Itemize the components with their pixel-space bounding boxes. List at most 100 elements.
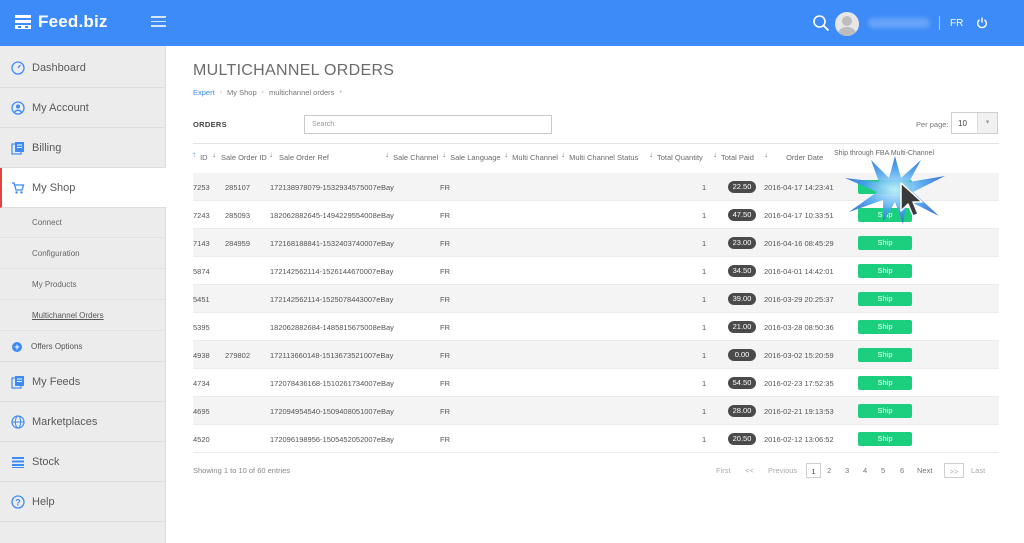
per-page-value: 10 xyxy=(958,119,967,128)
cell-quantity: 1 xyxy=(702,295,707,304)
table-row: 5395 182062882684-1485815675008eBay FR 1… xyxy=(193,313,999,341)
pagination-page-3[interactable]: 3 xyxy=(845,463,849,478)
pagination-last[interactable]: Last xyxy=(971,463,985,478)
ship-button[interactable]: Ship xyxy=(858,320,912,334)
column-header-multi-channel-status[interactable]: ↓ Multi Channel Status xyxy=(561,150,638,162)
power-icon[interactable] xyxy=(976,17,988,29)
cell-quantity: 1 xyxy=(702,351,707,360)
language-switch[interactable]: FR xyxy=(950,18,963,29)
search-input[interactable]: Search: xyxy=(304,115,552,134)
sidebar-subitem-multichannel-orders[interactable]: Multichannel Orders xyxy=(0,301,166,331)
avatar[interactable] xyxy=(835,12,859,36)
page-title: MULTICHANNEL ORDERS xyxy=(193,62,395,79)
sidebar-item-label: Dashboard xyxy=(32,61,86,74)
column-header-sale-language[interactable]: ↓ Sale Language xyxy=(442,150,501,162)
sidebar-subitem-configuration[interactable]: Configuration xyxy=(0,239,166,269)
column-header-multi-channel[interactable]: ↓ Multi Channel xyxy=(504,150,558,162)
per-page-label: Per page: xyxy=(916,120,949,129)
sidebar-item-my-feeds[interactable]: My Feeds xyxy=(0,362,166,402)
pagination-first[interactable]: First xyxy=(716,463,731,478)
column-header-total-quantity[interactable]: ↓ Total Quantity xyxy=(649,150,703,162)
cell-order-date: 2016-03-29 20:25:37 xyxy=(764,295,834,304)
sidebar-item-marketplaces[interactable]: Marketplaces xyxy=(0,402,166,442)
sidebar-subitem-connect[interactable]: Connect xyxy=(0,208,166,238)
sidebar-subitem-my-products[interactable]: My Products xyxy=(0,270,166,300)
cell-language: FR xyxy=(440,211,450,220)
column-header-id[interactable]: ↑ ID xyxy=(192,150,208,162)
ship-button[interactable]: Ship xyxy=(858,376,912,390)
sidebar-item-my-account[interactable]: My Account xyxy=(0,88,166,128)
table-header-divider xyxy=(193,143,999,144)
column-header-total-paid[interactable]: ↓ Total Paid xyxy=(713,150,754,162)
logo[interactable]: Feed.biz xyxy=(14,12,108,32)
cell-sale-order-ref: 182062882684-1485815675008eBay xyxy=(270,323,394,332)
pagination-next[interactable]: Next xyxy=(917,463,932,478)
pagination-previous[interactable]: Previous xyxy=(768,463,797,478)
sidebar-item-offers-options[interactable]: + Offers Options xyxy=(0,332,166,362)
breadcrumb-my-shop[interactable]: My Shop xyxy=(227,88,257,97)
sidebar-item-stock[interactable]: Stock xyxy=(0,442,166,482)
ship-button[interactable]: Ship xyxy=(858,404,912,418)
menu-toggle-icon[interactable] xyxy=(151,16,166,28)
ship-button[interactable]: Ship xyxy=(858,292,912,306)
svg-text:?: ? xyxy=(15,497,21,507)
per-page-select[interactable]: 10 ▾ xyxy=(951,112,998,134)
cell-language: FR xyxy=(440,323,450,332)
pagination-prev-arrows[interactable]: << xyxy=(745,463,754,478)
divider xyxy=(939,16,940,30)
cell-sale-order-id: 285107 xyxy=(225,183,251,192)
paid-badge: 22.50 xyxy=(728,181,756,193)
breadcrumb-current: multichannel orders xyxy=(268,88,335,97)
sidebar-item-label: Billing xyxy=(32,141,62,154)
ship-button[interactable]: Ship xyxy=(858,432,912,446)
column-header-order-date[interactable]: ↓ Order Date xyxy=(764,150,823,162)
sort-desc-icon: ↓ xyxy=(504,150,508,159)
column-header-sale-order-ref[interactable]: Sale Order Ref xyxy=(279,153,329,162)
cell-sale-order-ref: 172078436168-1510261734007eBay xyxy=(270,379,394,388)
sidebar-item-my-shop[interactable]: My Shop xyxy=(0,168,166,208)
ship-button[interactable]: Ship xyxy=(858,236,912,250)
ship-button[interactable]: Ship xyxy=(858,348,912,362)
paid-badge: 47.50 xyxy=(728,209,756,221)
sidebar-item-billing[interactable]: Billing xyxy=(0,128,166,168)
pagination-page-2[interactable]: 2 xyxy=(827,463,831,478)
sidebar-item-dashboard[interactable]: Dashboard xyxy=(0,48,166,88)
paid-badge: 28.00 xyxy=(728,405,756,417)
pagination-next-arrows[interactable]: >> xyxy=(944,463,964,478)
sort-desc-icon[interactable]: ↓ xyxy=(212,150,218,162)
cell-language: FR xyxy=(440,239,450,248)
sidebar-item-label: Offers Options xyxy=(31,342,83,351)
cell-language: FR xyxy=(440,351,450,360)
help-icon: ? xyxy=(11,494,25,509)
column-header-sale-channel[interactable]: ↓ Sale Channel xyxy=(385,150,438,162)
column-header-sale-order-id[interactable]: Sale Order ID xyxy=(221,153,267,162)
cell-id: 7243 xyxy=(193,211,210,220)
pagination-page-4[interactable]: 4 xyxy=(863,463,867,478)
search-icon[interactable] xyxy=(812,14,830,32)
cell-quantity: 1 xyxy=(702,211,707,220)
ship-button[interactable]: Ship xyxy=(858,264,912,278)
pagination-page-6[interactable]: 6 xyxy=(900,463,904,478)
paid-badge: 34.50 xyxy=(728,265,756,277)
cell-order-date: 2016-03-28 08:50:36 xyxy=(764,323,834,332)
cell-sale-order-ref: 172142562114-1526144670007eBay xyxy=(270,267,394,276)
cell-order-date: 2016-04-17 10:33:51 xyxy=(764,211,834,220)
billing-icon xyxy=(11,141,25,155)
cell-order-date: 2016-02-12 13:06:52 xyxy=(764,435,834,444)
breadcrumb-expert[interactable]: Expert xyxy=(193,88,215,97)
username-redacted[interactable] xyxy=(868,18,930,28)
cell-sale-order-ref: 182062882645-1494229554008eBay xyxy=(270,211,394,220)
cell-id: 4734 xyxy=(193,379,210,388)
pagination-page-1[interactable]: 1 xyxy=(806,463,821,478)
cell-id: 7143 xyxy=(193,239,210,248)
sort-desc-icon[interactable]: ↓ xyxy=(269,150,275,162)
cell-order-date: 2016-04-17 14:23:41 xyxy=(764,183,834,192)
cell-order-date: 2016-02-23 17:52:35 xyxy=(764,379,834,388)
sidebar-item-help[interactable]: ? Help xyxy=(0,482,166,522)
cell-quantity: 1 xyxy=(702,407,707,416)
dot-icon: • xyxy=(339,89,342,96)
cell-quantity: 1 xyxy=(702,239,707,248)
paid-badge: 20.50 xyxy=(728,433,756,445)
sort-desc-icon: ↓ xyxy=(713,150,717,159)
pagination-page-5[interactable]: 5 xyxy=(881,463,885,478)
